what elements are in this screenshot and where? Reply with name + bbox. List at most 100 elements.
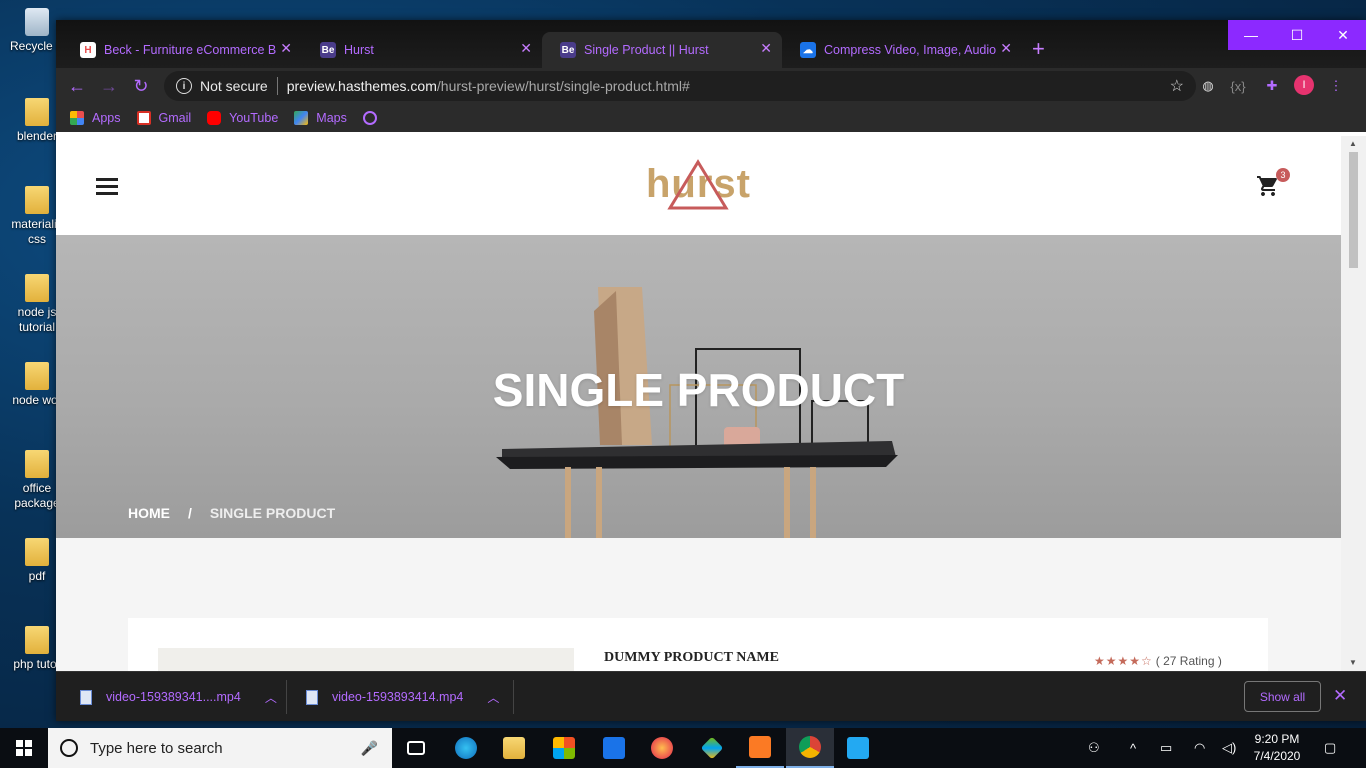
- bookmark-maps[interactable]: Maps: [294, 111, 347, 125]
- folder-icon: [25, 538, 49, 566]
- system-clock[interactable]: 9:20 PM 7/4/2020: [1244, 731, 1310, 765]
- extension-code-icon[interactable]: {x}: [1228, 76, 1248, 96]
- profile-avatar[interactable]: I: [1294, 75, 1314, 95]
- taskbar-chrome[interactable]: [786, 728, 834, 768]
- taskbar-file-explorer[interactable]: [490, 728, 538, 768]
- taskbar-edge[interactable]: [442, 728, 490, 768]
- hamburger-menu-icon[interactable]: [96, 178, 118, 199]
- security-label[interactable]: Not secure: [200, 78, 268, 94]
- cart-count-badge: 3: [1276, 168, 1290, 182]
- folder-icon: [25, 362, 49, 390]
- close-icon[interactable]: ✕: [520, 40, 532, 57]
- breadcrumb-home-link[interactable]: HOME: [128, 505, 170, 521]
- window-controls: — ☐ ✕: [1228, 20, 1366, 50]
- info-icon[interactable]: i: [176, 78, 192, 94]
- battery-icon[interactable]: ▭: [1160, 728, 1172, 768]
- cloud-upload-icon: ☁: [800, 42, 816, 58]
- taskbar-search[interactable]: Type here to search 🎤: [48, 728, 392, 768]
- microphone-icon[interactable]: 🎤: [361, 740, 378, 757]
- url-host: preview.hasthemes.com: [286, 78, 437, 94]
- task-view-button[interactable]: [392, 728, 440, 768]
- git-icon: [700, 736, 724, 760]
- cart-button[interactable]: 3: [1256, 168, 1290, 200]
- bookmarks-bar: Apps Gmail YouTube Maps: [56, 104, 1366, 132]
- taskbar: Type here to search 🎤 ⚇ ^ ▭ ◠ ◁) 9:20 PM…: [0, 728, 1366, 768]
- tab-beck[interactable]: H Beck - Furniture eCommerce Boo ✕: [62, 32, 302, 68]
- product-name: DUMMY PRODUCT NAME: [604, 650, 779, 665]
- breadcrumb-divider: /: [188, 505, 192, 521]
- taskbar-git[interactable]: [688, 728, 736, 768]
- logo-triangle-icon: [667, 159, 729, 210]
- divider: [286, 680, 287, 714]
- extensions-puzzle-icon[interactable]: ✚: [1262, 76, 1282, 96]
- download-item[interactable]: video-159389341....mp4 ︿: [80, 672, 277, 722]
- mail-icon: [603, 737, 625, 759]
- volume-icon[interactable]: ◁): [1222, 728, 1236, 768]
- tab-compress-video[interactable]: ☁ Compress Video, Image, Audio a ✕: [782, 32, 1022, 68]
- bookmark-star-icon[interactable]: ☆: [1170, 76, 1184, 96]
- gmail-icon: [136, 111, 151, 125]
- close-icon[interactable]: ✕: [280, 40, 292, 57]
- task-view-icon: [407, 741, 425, 755]
- maximize-button[interactable]: ☐: [1274, 20, 1320, 50]
- site-logo[interactable]: hurst: [646, 158, 756, 212]
- download-item[interactable]: video-1593893414.mp4 ︿: [306, 672, 499, 722]
- notifications-icon[interactable]: ▢: [1324, 728, 1336, 768]
- menu-kebab-icon[interactable]: ⋮: [1326, 76, 1346, 96]
- bookmark-youtube[interactable]: YouTube: [207, 111, 278, 125]
- wifi-icon[interactable]: ◠: [1194, 728, 1205, 768]
- taskbar-vscode[interactable]: [834, 728, 882, 768]
- download-shelf: video-159389341....mp4 ︿ video-159389341…: [56, 671, 1366, 721]
- bookmark-globe[interactable]: [362, 111, 385, 125]
- chrome-icon: [799, 736, 821, 758]
- breadcrumb-current: SINGLE PRODUCT: [209, 505, 336, 521]
- bookmark-apps[interactable]: Apps: [70, 111, 121, 125]
- new-tab-button[interactable]: +: [1032, 38, 1045, 60]
- apps-grid-icon: [70, 111, 84, 125]
- chevron-up-icon[interactable]: ︿: [265, 689, 277, 706]
- recycle-bin-icon: [25, 8, 49, 36]
- firefox-icon: [651, 737, 673, 759]
- scrollbar-thumb[interactable]: [1349, 152, 1358, 268]
- video-file-icon: [80, 689, 92, 705]
- rating-count[interactable]: ( 27 Rating ): [1156, 654, 1222, 668]
- tab-single-product[interactable]: Be Single Product || Hurst ✕: [542, 32, 782, 68]
- taskbar-firefox[interactable]: [638, 728, 686, 768]
- show-all-button[interactable]: Show all: [1244, 681, 1321, 712]
- rating-stars-icon: ★★★★☆: [1094, 654, 1153, 668]
- vscode-icon: [847, 737, 869, 759]
- scroll-down-arrow-icon[interactable]: ▼: [1349, 658, 1357, 667]
- chevron-up-icon[interactable]: ︿: [487, 689, 499, 706]
- close-window-button[interactable]: ✕: [1320, 20, 1366, 50]
- taskbar-mail[interactable]: [590, 728, 638, 768]
- divider: [276, 77, 278, 95]
- close-icon[interactable]: ✕: [1000, 40, 1012, 57]
- hero-banner: SINGLE PRODUCT HOME / SINGLE PRODUCT: [56, 235, 1341, 538]
- address-bar[interactable]: i Not secure preview.hasthemes.com /hurs…: [164, 71, 1196, 101]
- forward-button[interactable]: →: [96, 74, 122, 98]
- reload-button[interactable]: ↻: [128, 74, 154, 98]
- page-scrollbar[interactable]: ▲ ▼: [1341, 136, 1366, 671]
- store-icon: [553, 737, 575, 759]
- people-icon[interactable]: ⚇: [1088, 728, 1100, 768]
- extension-globe-icon[interactable]: ◍: [1198, 76, 1218, 96]
- close-icon[interactable]: ✕: [760, 40, 772, 57]
- page-title: SINGLE PRODUCT: [492, 364, 905, 416]
- product-rating: ★★★★☆ ( 27 Rating ): [1094, 654, 1222, 668]
- taskbar-xampp[interactable]: [736, 728, 784, 768]
- tab-hurst[interactable]: Be Hurst ✕: [302, 32, 542, 68]
- edge-icon: [455, 737, 477, 759]
- behance-favicon-icon: Be: [320, 42, 336, 58]
- cortana-icon: [60, 739, 78, 757]
- show-hidden-icons-icon[interactable]: ^: [1130, 728, 1136, 768]
- scroll-up-arrow-icon[interactable]: ▲: [1349, 139, 1357, 148]
- behance-favicon-icon: Be: [560, 42, 576, 58]
- start-button[interactable]: [0, 728, 48, 768]
- product-image[interactable]: [158, 648, 574, 671]
- taskbar-store[interactable]: [540, 728, 588, 768]
- back-button[interactable]: ←: [64, 74, 90, 98]
- minimize-button[interactable]: —: [1228, 20, 1274, 50]
- bookmark-gmail[interactable]: Gmail: [136, 111, 191, 125]
- folder-icon: [25, 98, 49, 126]
- close-icon[interactable]: ✕: [1333, 686, 1347, 706]
